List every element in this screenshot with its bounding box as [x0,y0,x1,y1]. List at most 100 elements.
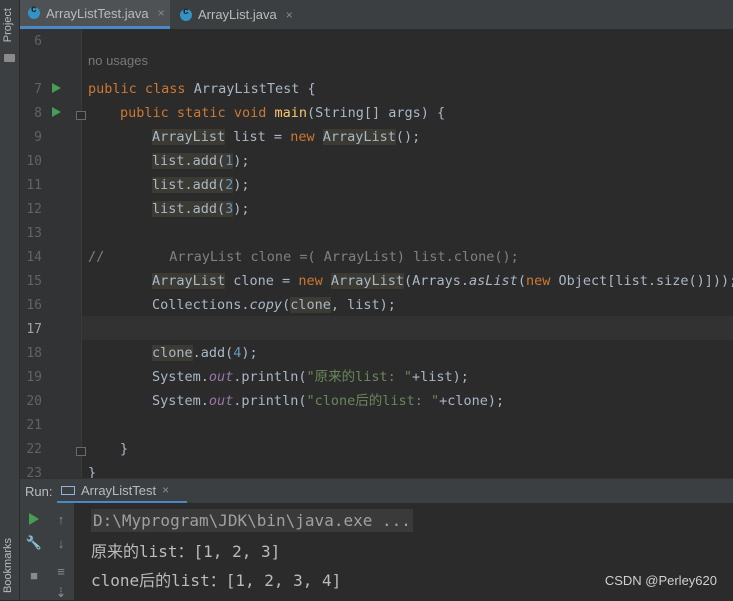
editor-tab-bar: ArrayListTest.java × ArrayList.java × [20,0,733,30]
scroll-down-icon[interactable]: ↓ [53,535,69,551]
console-icon [61,485,75,495]
close-icon[interactable]: × [162,483,169,497]
console-output-line: clone后的list：[1, 2, 3, 4] [91,571,342,590]
method-call: asList [469,273,518,289]
wrench-icon[interactable]: 🔧 [26,535,42,551]
code-line-23: } [88,465,97,478]
tab-label: ArrayListTest.java [46,5,149,21]
tab-label: ArrayList.java [198,7,277,22]
line-number: 22 [26,442,42,457]
line-number: 19 [26,370,42,385]
line-number: 9 [34,130,42,145]
scroll-up-icon[interactable]: ↑ [53,511,69,527]
line-number: 16 [26,298,42,313]
java-class-icon [28,4,40,19]
line-number: 18 [26,346,42,361]
close-icon[interactable]: × [158,6,165,20]
keyword: class [144,81,186,97]
keyword: static [176,105,226,121]
run-class-icon[interactable] [52,83,61,93]
code-token: list [152,153,185,169]
code-token: clone [152,345,193,361]
console-command-line: D:\Myprogram\JDK\bin\java.exe ... [91,509,413,532]
code-editor[interactable]: 6 7 8 9 10 11 12 13 14 15 16 17 18 19 20… [20,29,733,478]
type-ref: ArrayList [152,273,226,289]
code-token: .add( [192,345,234,361]
left-tool-strip: Project Bookmarks [0,0,20,600]
code-token: +list); [411,369,469,385]
tab-arraylist[interactable]: ArrayList.java × [172,0,317,29]
run-label: Run: [25,484,53,499]
line-number: 8 [34,106,42,121]
soft-wrap-icon[interactable]: ≡ [53,563,69,579]
fold-marker-icon[interactable] [76,447,86,456]
line-number: 14 [26,250,42,265]
line-number: 6 [34,34,42,49]
line-number: 7 [34,82,42,97]
code-line-15: ArrayList clone = new ArrayList(Arrays.a… [152,269,733,293]
code-token: +clone); [439,393,505,409]
code-line-11: list.add(2); [152,173,250,197]
keyword: new [290,129,315,145]
code-token: list = [225,129,291,145]
code-token: (Arrays. [404,273,470,289]
code-token: ); [233,153,250,169]
code-token: System. [152,369,209,385]
class-name: ArrayListTest { [193,81,316,97]
keyword: void [233,105,267,121]
line-number: 23 [26,466,42,478]
keyword: public [120,105,169,121]
bookmarks-tool-tab[interactable]: Bookmarks [2,538,14,593]
code-token: .add( [184,153,226,169]
folder-icon[interactable] [4,54,15,62]
code-token: ); [233,177,250,193]
close-icon[interactable]: × [286,8,293,22]
code-line-10: list.add(1); [152,149,250,173]
method-call: copy [249,297,283,313]
code-line-16: Collections.copy(clone, list); [152,293,396,317]
keyword: new [298,273,323,289]
code-token: .println( [233,393,307,409]
code-token: .add( [184,201,226,217]
line-number: 15 [26,274,42,289]
code-line-9: ArrayList list = new ArrayList(); [152,125,420,149]
code-token: .println( [233,369,307,385]
code-token: (); [395,129,421,145]
type-ref: ArrayList [330,273,404,289]
type-ref: ArrayList [322,129,396,145]
string-literal: "原来的list: " [306,369,412,385]
run-main-icon[interactable] [52,107,61,117]
fold-marker-icon[interactable] [76,111,86,120]
code-token: ); [241,345,258,361]
code-line-22: } [120,441,129,457]
code-line-19: System.out.println("原来的list: "+list); [152,365,469,389]
scroll-to-end-icon[interactable]: ⇣ [53,585,69,601]
rerun-icon[interactable] [26,511,42,527]
code-line-8: public static void main(String[] args) { [120,101,445,125]
console-output-line: 原来的list：[1, 2, 3] [91,542,281,561]
static-field: out [208,369,234,385]
gutter-separator [81,29,82,478]
code-token: list [152,201,185,217]
method-name: main [274,105,308,121]
java-class-icon [180,6,192,21]
project-tool-tab[interactable]: Project [2,8,14,42]
code-token: clone [290,297,331,313]
code-token: System. [152,393,209,409]
params: (String[] args) { [307,105,446,121]
code-line-20: System.out.println("clone后的list: "+clone… [152,389,504,413]
usage-hint: no usages [88,53,148,68]
line-number: 13 [26,226,42,241]
code-token: ); [233,201,250,217]
code-token: clone = [225,273,299,289]
run-tab-label: ArrayListTest [81,482,157,498]
current-line-highlight [82,316,733,340]
run-tab-arraylisttest[interactable]: ArrayListTest × [57,479,187,504]
code-token: .add( [184,177,226,193]
stop-icon[interactable]: ■ [26,567,42,583]
tab-arraylisttest[interactable]: ArrayListTest.java × [20,0,170,29]
line-number: 11 [26,178,42,193]
code-token: Object[list.size()])); [550,273,733,289]
